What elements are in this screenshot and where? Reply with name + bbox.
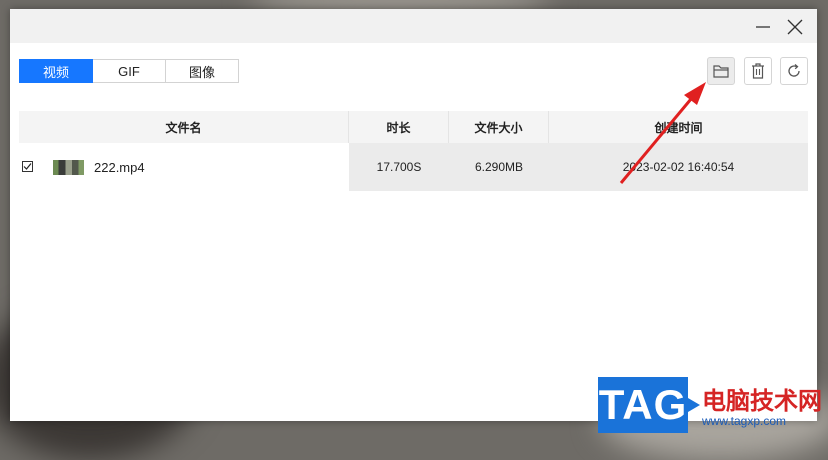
title-bar xyxy=(10,9,817,43)
close-icon xyxy=(787,19,803,35)
delete-button[interactable] xyxy=(744,57,772,85)
column-header-filename[interactable]: 文件名 xyxy=(19,111,349,143)
watermark-site-name: 电脑技术网 xyxy=(702,388,822,415)
refresh-button[interactable] xyxy=(780,57,808,85)
folder-icon xyxy=(713,65,729,78)
watermark-logo: TAG xyxy=(598,377,700,433)
watermark: TAG 电脑技术网 www.tagxp.com xyxy=(598,377,828,433)
created-time-cell: 2023-02-02 16:40:54 xyxy=(549,143,808,191)
minimize-icon xyxy=(756,26,770,28)
tab-video[interactable]: 视频 xyxy=(19,59,93,83)
minimize-button[interactable] xyxy=(749,13,777,41)
file-name: 222.mp4 xyxy=(94,159,145,175)
filename-cell: 222.mp4 xyxy=(19,143,349,191)
column-header-duration[interactable]: 时长 xyxy=(349,111,449,143)
video-manager-window: 视频 GIF 图像 文件名 时长 文件大小 创建时间 222.mp4 17.70… xyxy=(10,9,817,421)
tab-image[interactable]: 图像 xyxy=(165,59,239,83)
close-button[interactable] xyxy=(781,13,809,41)
media-type-tabs: 视频 GIF 图像 xyxy=(19,59,239,83)
tab-gif[interactable]: GIF xyxy=(92,59,166,83)
column-header-created[interactable]: 创建时间 xyxy=(549,111,808,143)
video-thumbnail xyxy=(53,160,84,175)
size-cell: 6.290MB xyxy=(449,143,549,191)
row-checkbox[interactable] xyxy=(22,161,33,172)
watermark-url: www.tagxp.com xyxy=(702,414,787,428)
trash-icon xyxy=(752,63,764,79)
refresh-icon xyxy=(788,64,800,77)
checkmark-icon xyxy=(23,163,32,170)
table-row[interactable]: 222.mp4 17.700S 6.290MB 2023-02-02 16:40… xyxy=(19,143,808,191)
open-folder-button[interactable] xyxy=(707,57,735,85)
column-header-size[interactable]: 文件大小 xyxy=(449,111,549,143)
file-table-header: 文件名 时长 文件大小 创建时间 xyxy=(19,111,808,143)
duration-cell: 17.700S xyxy=(349,143,449,191)
